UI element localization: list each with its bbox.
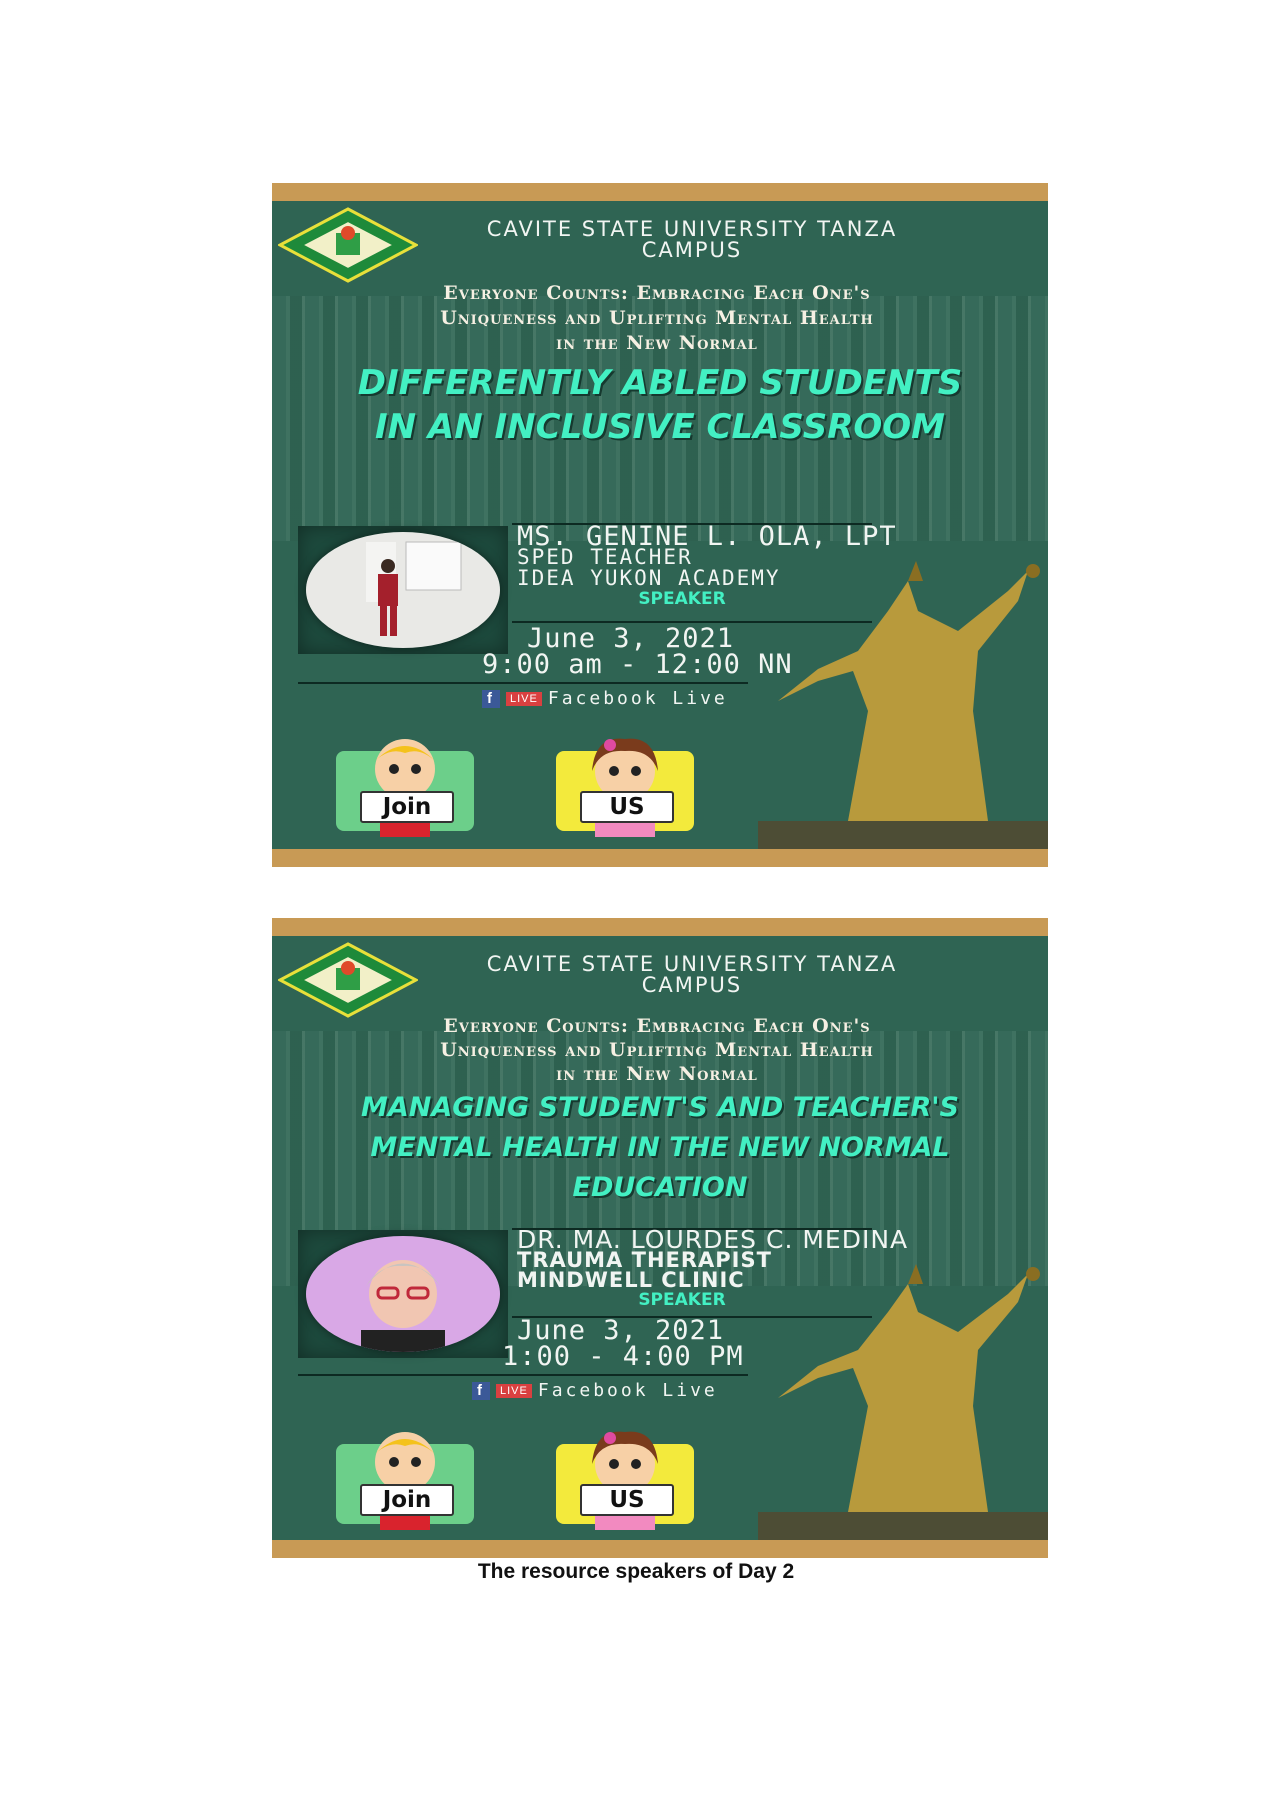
- us-label: US: [580, 1484, 674, 1516]
- speaker-name: DR. MA. LOURDES C. MEDINA: [517, 1225, 909, 1254]
- figure-caption: The resource speakers of Day 2: [477, 1560, 795, 1583]
- divider-line: [298, 1374, 748, 1376]
- us-label: US: [580, 791, 674, 823]
- theme-line-1: Everyone Counts: Embracing Each One's: [443, 282, 871, 304]
- girl-us-sign: US: [550, 731, 700, 837]
- join-label: Join: [360, 791, 454, 823]
- facebook-icon: f: [472, 1381, 490, 1400]
- campus-line-1: CAVITE STATE UNIVERSITY TANZA: [486, 217, 898, 241]
- theme-line-1: Everyone Counts: Embracing Each One's: [443, 1015, 871, 1037]
- event-time: 1:00 - 4:00 PM: [502, 1341, 744, 1372]
- boy-join-sign: Join: [330, 731, 480, 837]
- campus-line-2: CAMPUS: [641, 238, 743, 262]
- divider-line: [298, 682, 748, 684]
- speaker-photo-frame: [298, 1230, 508, 1358]
- title-line-3: EDUCATION: [572, 1172, 748, 1203]
- seminar-theme: Everyone Counts: Embracing Each One's Un…: [312, 281, 1002, 356]
- campus-line-1: CAVITE STATE UNIVERSITY TANZA: [486, 952, 898, 976]
- event-time: 9:00 am - 12:00 NN: [482, 649, 793, 680]
- theme-line-2: Uniqueness and Uplifting Mental Health: [440, 307, 874, 329]
- campus-monument-icon: [758, 1264, 1048, 1540]
- university-seal-icon: [278, 942, 418, 1018]
- university-seal-icon: [278, 207, 418, 283]
- theme-line-3: in the New Normal: [556, 1063, 758, 1085]
- theme-line-2: Uniqueness and Uplifting Mental Health: [440, 1039, 874, 1061]
- speaker-photo: [306, 532, 500, 648]
- boy-join-sign: Join: [330, 1424, 480, 1530]
- girl-us-sign: US: [550, 1424, 700, 1530]
- seminar-theme: Everyone Counts: Embracing Each One's Un…: [312, 1014, 1002, 1086]
- live-badge: LIVE: [496, 1383, 532, 1398]
- speaker-photo-frame: [298, 526, 508, 654]
- theme-line-3: in the New Normal: [556, 332, 758, 354]
- title-line-2: MENTAL HEALTH IN THE NEW NORMAL: [370, 1132, 950, 1163]
- live-badge: LIVE: [506, 691, 542, 706]
- topic-title: MANAGING STUDENT'S AND TEACHER'S MENTAL …: [282, 1088, 1038, 1208]
- join-label: Join: [360, 1484, 454, 1516]
- title-line-2: IN AN INCLUSIVE CLASSROOM: [374, 407, 946, 447]
- topic-title: DIFFERENTLY ABLED STUDENTS IN AN INCLUSI…: [282, 361, 1038, 449]
- campus-monument-icon: [758, 561, 1048, 849]
- facebook-live-line: f LIVE Facebook Live: [472, 1380, 718, 1401]
- facebook-icon: f: [482, 689, 500, 708]
- poster-seminar-2: CAVITE STATE UNIVERSITY TANZA CAMPUS Eve…: [272, 918, 1048, 1558]
- platform-label: Facebook Live: [537, 1380, 718, 1401]
- title-line-1: MANAGING STUDENT'S AND TEACHER'S: [361, 1092, 959, 1123]
- title-line-1: DIFFERENTLY ABLED STUDENTS: [357, 363, 963, 403]
- campus-name: CAVITE STATE UNIVERSITY TANZA CAMPUS: [432, 954, 952, 996]
- poster-seminar-1: CAVITE STATE UNIVERSITY TANZA CAMPUS Eve…: [272, 183, 1048, 867]
- platform-label: Facebook Live: [547, 688, 728, 709]
- campus-line-2: CAMPUS: [641, 973, 743, 997]
- speaker-name: MS. GENINE L. OLA, LPT: [517, 521, 897, 552]
- speaker-photo: [306, 1236, 500, 1352]
- campus-name: CAVITE STATE UNIVERSITY TANZA CAMPUS: [432, 219, 952, 261]
- facebook-live-line: f LIVE Facebook Live: [482, 688, 728, 709]
